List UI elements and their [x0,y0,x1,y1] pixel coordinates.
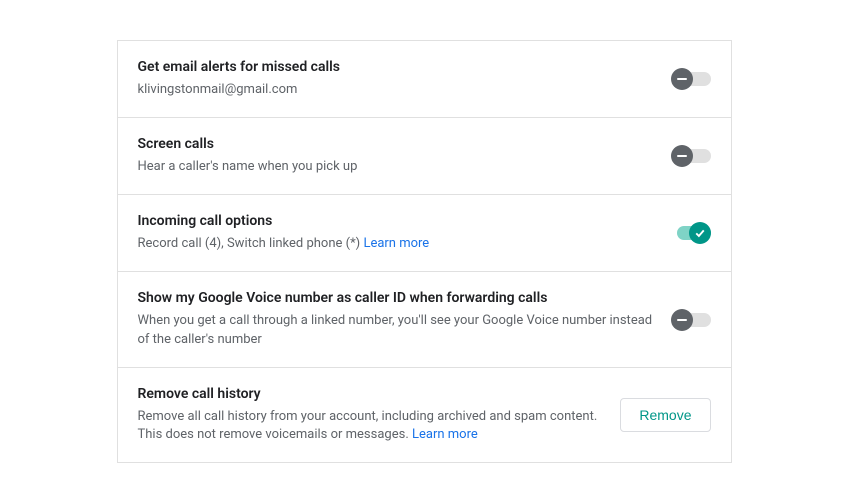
setting-caller-id-description: When you get a call through a linked num… [138,312,655,348]
minus-icon [671,309,693,331]
setting-incoming-options: Incoming call options Record call (4), S… [118,195,731,272]
learn-more-link[interactable]: Learn more [412,427,478,442]
setting-remove-history-title: Remove call history [138,386,605,402]
remove-button[interactable]: Remove [620,398,710,432]
setting-incoming-options-title: Incoming call options [138,213,655,229]
setting-incoming-options-description: Record call (4), Switch linked phone (*)… [138,235,655,253]
check-icon [689,222,711,244]
toggle-email-alerts[interactable] [671,68,711,90]
setting-screen-calls-description: Hear a caller's name when you pick up [138,158,655,176]
setting-screen-calls-title: Screen calls [138,136,655,152]
setting-remove-history: Remove call history Remove all call hist… [118,368,731,462]
setting-incoming-options-desc-text: Record call (4), Switch linked phone (*) [138,236,364,251]
setting-remove-history-description: Remove all call history from your accoun… [138,408,605,444]
call-settings-panel: Get email alerts for missed calls klivin… [117,40,732,463]
setting-email-alerts-text: Get email alerts for missed calls klivin… [138,59,671,99]
setting-caller-id-text: Show my Google Voice number as caller ID… [138,290,671,348]
setting-email-alerts-description: klivingstonmail@gmail.com [138,81,655,99]
setting-screen-calls: Screen calls Hear a caller's name when y… [118,118,731,195]
learn-more-link[interactable]: Learn more [363,236,429,251]
minus-icon [671,145,693,167]
setting-email-alerts: Get email alerts for missed calls klivin… [118,41,731,118]
toggle-screen-calls[interactable] [671,145,711,167]
setting-caller-id: Show my Google Voice number as caller ID… [118,272,731,367]
setting-caller-id-title: Show my Google Voice number as caller ID… [138,290,655,306]
setting-incoming-options-text: Incoming call options Record call (4), S… [138,213,671,253]
setting-email-alerts-title: Get email alerts for missed calls [138,59,655,75]
setting-remove-history-desc-text: Remove all call history from your accoun… [138,409,598,442]
setting-screen-calls-text: Screen calls Hear a caller's name when y… [138,136,671,176]
toggle-incoming-options[interactable] [671,222,711,244]
setting-remove-history-text: Remove call history Remove all call hist… [138,386,621,444]
toggle-caller-id[interactable] [671,309,711,331]
minus-icon [671,68,693,90]
